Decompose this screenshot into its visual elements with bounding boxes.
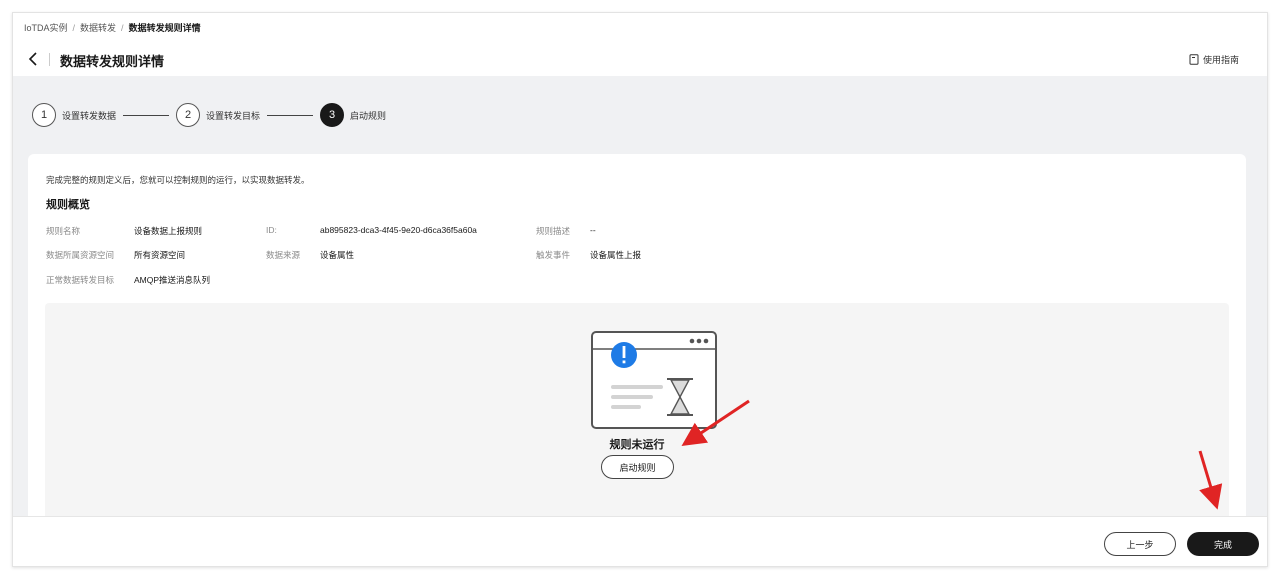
field-value: AMQP推送消息队列 (134, 275, 211, 285)
step-3-label: 启动规则 (350, 110, 387, 121)
breadcrumb: IoTDA实例 / 数据转发 / 数据转发规则详情 (24, 21, 201, 34)
rule-status-text: 规则未运行 (609, 439, 665, 451)
field-description-value: -- (590, 225, 596, 235)
breadcrumb-item-instance[interactable]: IoTDA实例 (24, 21, 68, 34)
field-id-label: ID: (266, 225, 277, 235)
field-rule-name-label: 规则名称 (46, 225, 80, 237)
user-guide-link[interactable]: 使用指南 (1189, 53, 1239, 66)
field-trigger-event-label: 触发事件 (536, 249, 570, 261)
field-target-value: AMQP推送消息队列 (134, 274, 210, 286)
field-value: 设备属性 (320, 250, 355, 260)
user-guide-label: 使用指南 (1202, 55, 1239, 65)
breadcrumb-separator: / (72, 22, 76, 33)
previous-step-button[interactable]: 上一步 (1104, 532, 1176, 556)
field-resource-space-label: 数据所属资源空间 (46, 249, 114, 261)
field-id-value: ab895823-dca3-4f45-9e20-d6ca36f5a60a (320, 225, 477, 235)
field-label: 触发事件 (536, 250, 571, 260)
rule-paused-illustration-icon (591, 331, 717, 429)
page-title: 数据转发规则详情 (60, 54, 165, 69)
step-1: 1 设置转发数据 (32, 103, 116, 127)
breadcrumb-item-current: 数据转发规则详情 (128, 23, 201, 33)
breadcrumb-item-forwarding[interactable]: 数据转发 (80, 21, 116, 34)
step-indicator: 1 设置转发数据 2 设置转发目标 3 启动规则 (32, 102, 386, 128)
field-value: 所有资源空间 (134, 250, 186, 260)
step-2: 2 设置转发目标 (176, 103, 260, 127)
breadcrumb-separator: / (121, 22, 124, 33)
title-divider (49, 53, 50, 66)
start-rule-button[interactable]: 启动规则 (601, 455, 674, 479)
field-trigger-event-value: 设备属性上报 (590, 249, 641, 261)
step-2-number: 2 (176, 103, 201, 127)
field-label: 规则描述 (536, 226, 571, 236)
field-data-source-value: 设备属性 (320, 249, 354, 261)
finish-button[interactable]: 完成 (1187, 532, 1259, 556)
field-value: 设备数据上报规则 (134, 226, 203, 236)
step-1-label: 设置转发数据 (62, 110, 117, 121)
step-1-number: 1 (32, 103, 56, 127)
step-connector (267, 114, 314, 116)
back-button[interactable] (25, 51, 41, 67)
field-value: ab895823-dca3-4f45-9e20-d6ca36f5a60a (320, 225, 477, 235)
step-2-label: 设置转发目标 (206, 110, 261, 121)
field-label: ID: (266, 225, 277, 235)
step-3: 3 启动规则 (320, 103, 386, 127)
document-icon (1189, 54, 1199, 65)
field-label: 数据所属资源空间 (46, 250, 115, 260)
field-data-source-label: 数据来源 (266, 249, 300, 261)
field-label: 数据来源 (266, 250, 301, 260)
field-value: 设备属性上报 (590, 250, 642, 260)
chevron-left-icon (28, 52, 37, 66)
field-label: 正常数据转发目标 (46, 275, 115, 285)
field-target-label: 正常数据转发目标 (46, 274, 114, 286)
field-label: 规则名称 (46, 226, 81, 236)
app-window: IoTDA实例 / 数据转发 / 数据转发规则详情 数据转发规则详情 使用指南 … (12, 12, 1268, 567)
field-rule-name-value: 设备数据上报规则 (134, 225, 202, 237)
step-connector (123, 114, 170, 116)
footer-bar: 上一步 完成 (13, 516, 1267, 566)
rule-detail-card: 完成完整的规则定义后，您就可以控制规则的运行，以实现数据转发。 规则概览 规则名… (28, 154, 1246, 566)
field-value: -- (590, 225, 596, 235)
page-header: IoTDA实例 / 数据转发 / 数据转发规则详情 数据转发规则详情 使用指南 (13, 13, 1267, 76)
intro-text: 完成完整的规则定义后，您就可以控制规则的运行，以实现数据转发。 (46, 175, 310, 185)
rule-overview-title: 规则概览 (46, 199, 90, 211)
step-3-number: 3 (320, 103, 345, 127)
field-resource-space-value: 所有资源空间 (134, 249, 185, 261)
field-description-label: 规则描述 (536, 225, 570, 237)
